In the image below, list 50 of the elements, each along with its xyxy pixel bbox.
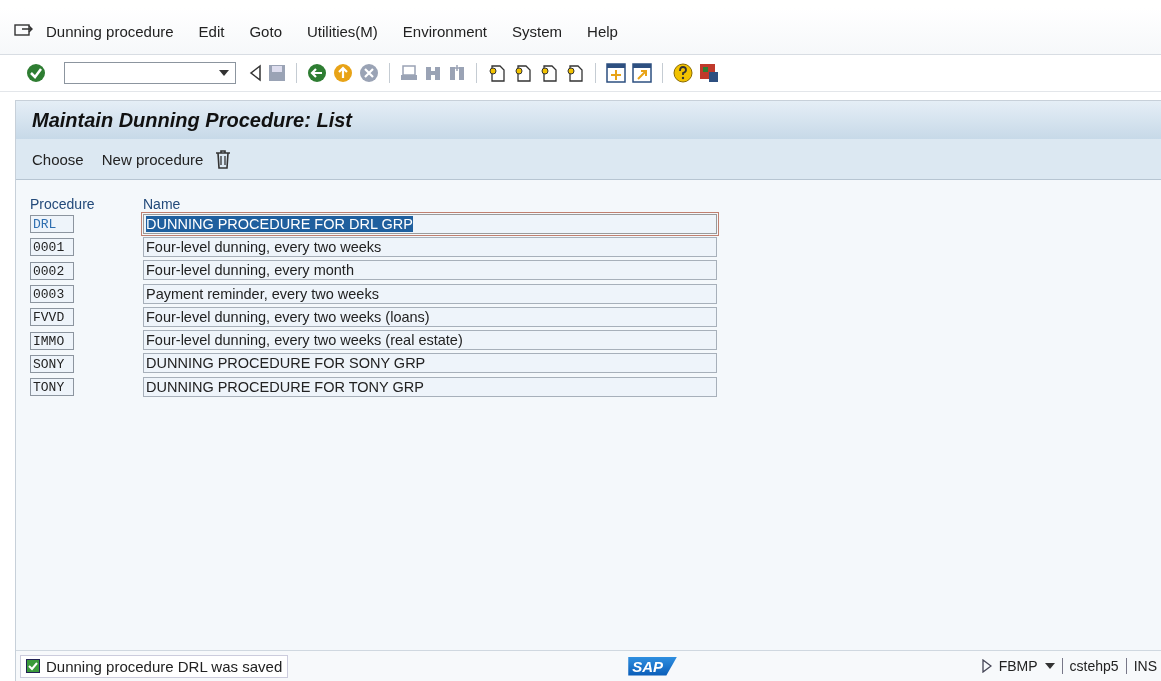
menu-item[interactable]: Goto bbox=[249, 22, 282, 40]
enter-icon[interactable] bbox=[26, 63, 46, 83]
back-icon[interactable] bbox=[307, 63, 327, 83]
column-header: Procedure bbox=[30, 196, 96, 212]
screen-title: Maintain Dunning Procedure: List bbox=[32, 108, 352, 132]
toolbar-button[interactable]: New procedure bbox=[95, 148, 210, 170]
procedure-field[interactable]: 0002 bbox=[30, 261, 74, 280]
name-field[interactable]: Payment reminder, every two weeks bbox=[143, 283, 717, 304]
name-field[interactable]: DUNNING PROCEDURE FOR TONY GRP bbox=[143, 376, 717, 397]
procedure-field[interactable]: DRL bbox=[30, 215, 74, 234]
expand-icon[interactable] bbox=[981, 659, 992, 673]
procedure-field[interactable]: SONY bbox=[30, 354, 74, 373]
page-icon[interactable] bbox=[513, 63, 533, 83]
name-field[interactable]: DUNNING PROCEDURE FOR DRL GRP bbox=[143, 213, 717, 234]
procedure-field[interactable]: IMMO bbox=[30, 331, 74, 350]
menu-item[interactable]: Environment bbox=[402, 22, 488, 40]
menu-item[interactable]: Edit bbox=[198, 22, 225, 40]
menu-item[interactable]: Help bbox=[587, 22, 618, 40]
message-text: Dunning procedure DRL was saved bbox=[46, 657, 283, 675]
name-field[interactable]: DUNNING PROCEDURE FOR SONY GRP bbox=[143, 353, 717, 374]
dropdown-icon[interactable] bbox=[1044, 663, 1055, 669]
triangle-icon[interactable] bbox=[248, 64, 262, 82]
help-icon[interactable] bbox=[673, 63, 693, 83]
success-icon bbox=[26, 659, 40, 673]
server-name: cstehp5 bbox=[1069, 658, 1119, 674]
delete-icon[interactable] bbox=[215, 149, 232, 169]
name-field[interactable]: Four-level dunning, every two weeks (real estate) bbox=[143, 330, 717, 351]
dropdown-icon[interactable] bbox=[219, 70, 229, 76]
menu-item[interactable]: System bbox=[512, 22, 563, 40]
name-field[interactable]: Four-level dunning, every month bbox=[143, 260, 717, 281]
name-field[interactable]: Four-level dunning, every two weeks bbox=[143, 236, 717, 257]
toolbar-button[interactable]: Choose bbox=[26, 148, 90, 170]
procedure-field[interactable]: 0003 bbox=[30, 285, 74, 304]
window-icon[interactable] bbox=[606, 63, 626, 83]
procedure-field[interactable]: FVVD bbox=[30, 308, 74, 327]
name-field[interactable]: Four-level dunning, every two weeks (loans) bbox=[143, 306, 717, 327]
transaction-code[interactable]: FBMP bbox=[998, 658, 1038, 674]
command-field[interactable] bbox=[64, 62, 236, 84]
menu-item[interactable]: Utilities(M) bbox=[307, 22, 378, 40]
insert-mode: INS bbox=[1133, 658, 1157, 674]
menu-item[interactable]: Dunning procedure bbox=[46, 22, 174, 40]
column-header: Name bbox=[143, 196, 181, 212]
page-icon[interactable] bbox=[565, 63, 585, 83]
layout-icon[interactable] bbox=[699, 63, 719, 83]
menu-icon[interactable] bbox=[14, 23, 34, 39]
sap-logo: SAP bbox=[628, 656, 678, 676]
page-icon[interactable] bbox=[487, 63, 507, 83]
procedure-field[interactable]: TONY bbox=[30, 378, 74, 397]
procedure-field[interactable]: 0001 bbox=[30, 238, 74, 257]
page-icon[interactable] bbox=[539, 63, 559, 83]
